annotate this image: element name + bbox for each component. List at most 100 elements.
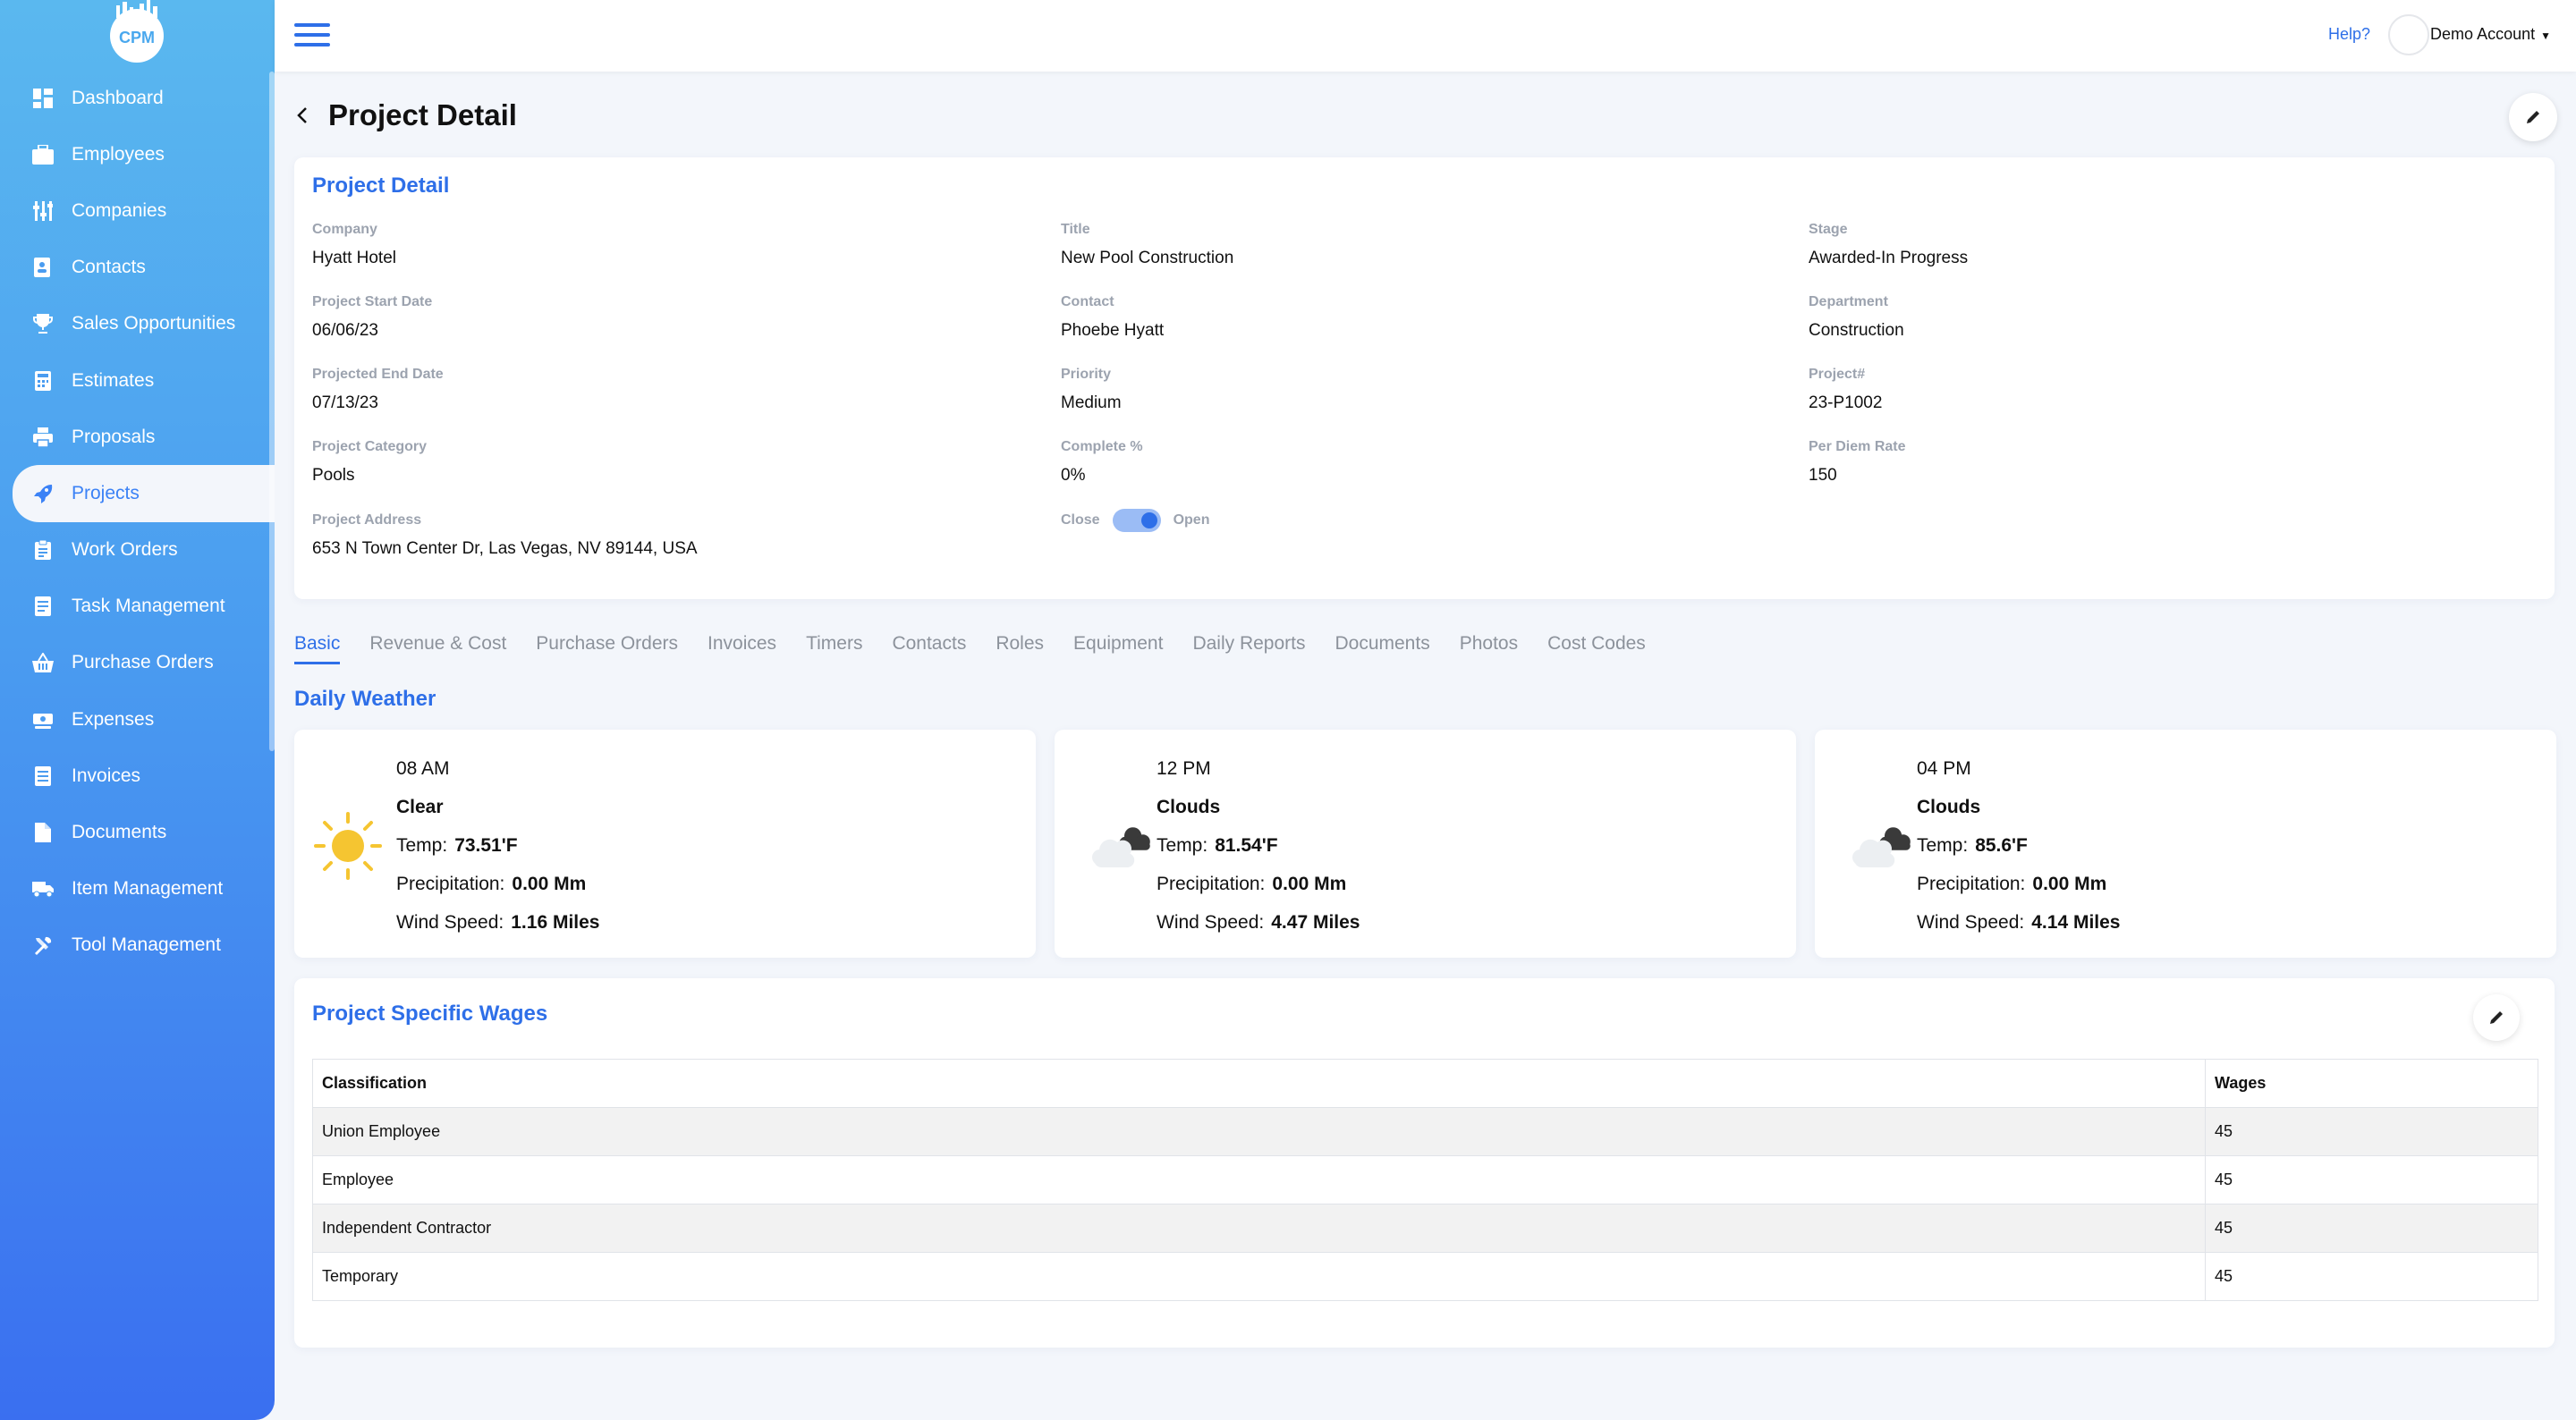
field-label: Project Start Date — [312, 294, 433, 309]
sun-icon — [314, 812, 382, 880]
sidebar-item-employees[interactable]: Employees — [0, 126, 275, 182]
sidebar-item-item-management[interactable]: Item Management — [0, 861, 275, 917]
main-content: Project Detail Project Detail Company Hy… — [275, 72, 2576, 1420]
column-header-wages: Wages — [2205, 1059, 2538, 1108]
tab-documents[interactable]: Documents — [1335, 633, 1429, 664]
field-value: 23-P1002 — [1809, 393, 1883, 412]
tab-contacts[interactable]: Contacts — [892, 633, 966, 664]
weather-condition: Clear — [396, 797, 444, 817]
weather-precip: Precipitation: 0.00 Mm — [1917, 865, 2120, 903]
logo-text: CPM — [119, 29, 155, 46]
tab-basic[interactable]: Basic — [294, 633, 341, 664]
temp-label: Temp: — [1917, 835, 1969, 856]
weather-time: 08 AM — [396, 758, 450, 779]
field-value: Medium — [1061, 393, 1122, 412]
weather-wind: Wind Speed: 1.16 Miles — [396, 903, 599, 942]
sidebar-item-label: Estimates — [72, 369, 155, 391]
precip-value: 0.00 Mm — [512, 874, 587, 894]
wages-table: Classification Wages Union Employee 45 E… — [312, 1059, 2538, 1301]
clipboard-icon — [32, 539, 54, 561]
truck-icon — [32, 878, 54, 900]
tab-photos[interactable]: Photos — [1460, 633, 1518, 664]
sidebar: CPM Dashboard Employees Companies Contac… — [0, 0, 275, 1420]
field-complete-percent: Complete % 0% — [1061, 439, 1143, 486]
weather-time: 12 PM — [1157, 758, 1211, 779]
tab-roles[interactable]: Roles — [996, 633, 1044, 664]
classification-cell: Employee — [312, 1155, 2206, 1204]
sidebar-item-invoices[interactable]: Invoices — [0, 748, 275, 804]
field-project-category: Project Category Pools — [312, 439, 427, 486]
sidebar-item-label: Proposals — [72, 426, 156, 447]
tab-cost-codes[interactable]: Cost Codes — [1547, 633, 1646, 664]
sidebar-item-dashboard[interactable]: Dashboard — [0, 70, 275, 126]
sidebar-item-sales-opportunities[interactable]: Sales Opportunities — [0, 296, 275, 352]
sidebar-item-expenses[interactable]: Expenses — [0, 691, 275, 748]
menu-toggle-icon[interactable] — [294, 23, 330, 48]
field-label: Projected End Date — [312, 367, 444, 382]
field-project-number: Project# 23-P1002 — [1809, 367, 1882, 413]
sidebar-item-contacts[interactable]: Contacts — [0, 240, 275, 296]
invoice-icon — [32, 765, 54, 787]
sidebar-item-documents[interactable]: Documents — [0, 804, 275, 860]
sidebar-item-task-management[interactable]: Task Management — [0, 579, 275, 635]
sidebar-item-estimates[interactable]: Estimates — [0, 352, 275, 409]
edit-project-button[interactable] — [2509, 93, 2557, 141]
wind-value: 1.16 Miles — [511, 912, 600, 933]
wage-cell: 45 — [2205, 1252, 2538, 1301]
basket-icon — [32, 652, 54, 673]
sidebar-item-tool-management[interactable]: Tool Management — [0, 917, 275, 974]
tools-icon — [32, 934, 54, 956]
table-row: Temporary 45 — [312, 1252, 2538, 1301]
field-value: 06/06/23 — [312, 321, 378, 340]
sidebar-nav: Dashboard Employees Companies Contacts S… — [0, 70, 275, 974]
tab-purchase-orders[interactable]: Purchase Orders — [536, 633, 678, 664]
sidebar-item-label: Projects — [72, 482, 140, 503]
cpm-logo[interactable]: CPM — [98, 0, 175, 64]
field-value: 653 N Town Center Dr, Las Vegas, NV 8914… — [312, 539, 698, 558]
tab-revenue-cost[interactable]: Revenue & Cost — [369, 633, 506, 664]
account-menu[interactable]: Demo Account ▼ — [2430, 25, 2551, 44]
wind-value: 4.14 Miles — [2031, 912, 2121, 933]
avatar[interactable] — [2388, 14, 2429, 55]
tab-daily-reports[interactable]: Daily Reports — [1192, 633, 1305, 664]
weather-card: 08 AM Clear Temp: 73.51'F Precipitation: 0… — [294, 730, 1036, 958]
sidebar-item-purchase-orders[interactable]: Purchase Orders — [0, 635, 275, 691]
open-close-toggle[interactable] — [1112, 509, 1161, 532]
money-icon — [32, 709, 54, 731]
rocket-icon — [32, 483, 54, 504]
sidebar-item-label: Work Orders — [72, 539, 178, 561]
sidebar-item-projects[interactable]: Projects — [13, 465, 275, 522]
field-contact: Contact Phoebe Hyatt — [1061, 294, 1164, 341]
sidebar-item-label: Sales Opportunities — [72, 313, 236, 334]
clouds-icon — [1092, 827, 1150, 867]
page-header: Project Detail — [292, 98, 517, 132]
sidebar-item-companies[interactable]: Companies — [0, 182, 275, 239]
sidebar-item-proposals[interactable]: Proposals — [0, 409, 275, 465]
pencil-icon — [2527, 111, 2539, 123]
sidebar-item-label: Invoices — [72, 765, 141, 786]
tab-timers[interactable]: Timers — [806, 633, 862, 664]
weather-precip: Precipitation: 0.00 Mm — [1157, 865, 1360, 903]
account-name: Demo Account — [2430, 25, 2536, 43]
precip-label: Precipitation: — [396, 874, 505, 894]
weather-wind: Wind Speed: 4.14 Miles — [1917, 903, 2120, 942]
sliders-icon — [32, 200, 54, 222]
field-value: Phoebe Hyatt — [1061, 321, 1165, 340]
field-department: Department Construction — [1809, 294, 1904, 341]
printer-icon — [32, 427, 54, 448]
weather-condition: Clouds — [1917, 797, 1981, 817]
sidebar-item-label: Tool Management — [72, 934, 221, 956]
sidebar-item-label: Item Management — [72, 878, 224, 900]
sidebar-item-label: Employees — [72, 143, 165, 165]
topbar: Help? Demo Account ▼ — [275, 0, 2576, 72]
classification-cell: Union Employee — [312, 1107, 2206, 1156]
field-label: Complete % — [1061, 439, 1143, 454]
dashboard-icon — [32, 88, 54, 109]
back-arrow-icon[interactable] — [292, 105, 314, 126]
help-link[interactable]: Help? — [2328, 25, 2370, 44]
tab-invoices[interactable]: Invoices — [708, 633, 776, 664]
sidebar-item-work-orders[interactable]: Work Orders — [0, 522, 275, 579]
table-row: Union Employee 45 — [312, 1107, 2538, 1156]
tab-equipment[interactable]: Equipment — [1073, 633, 1163, 664]
edit-wages-button[interactable] — [2473, 994, 2520, 1041]
